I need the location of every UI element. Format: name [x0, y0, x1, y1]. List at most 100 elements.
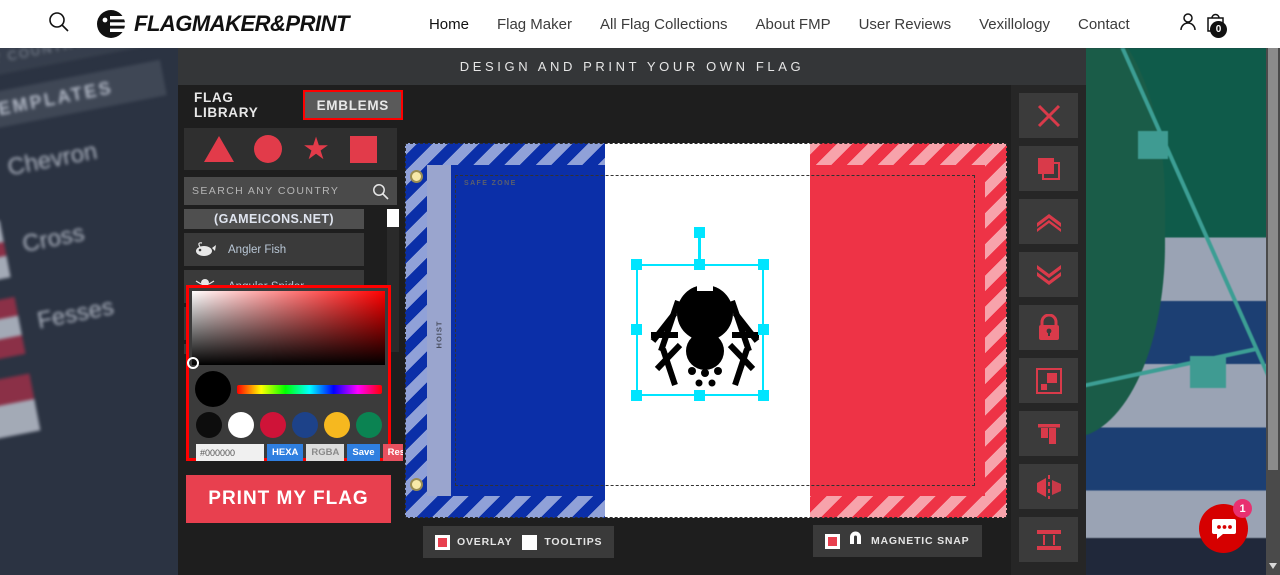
flag-preview[interactable]: HOIST SAFE ZONE	[405, 143, 1007, 518]
left-tool-panel: FLAG LIBRARY EMBLEMS ★ (GAMEICONS.NET)	[178, 85, 419, 575]
flag-designer: DESIGN AND PRINT YOUR OWN FLAG FLAG LIBR…	[178, 48, 1086, 575]
flag-shape-icon[interactable]	[1019, 411, 1078, 456]
nav-link-about-fmp[interactable]: About FMP	[756, 16, 831, 33]
search-input[interactable]	[192, 185, 342, 197]
color-swatches	[196, 412, 385, 438]
chat-unread-badge: 1	[1233, 499, 1252, 518]
angler-fish-icon	[192, 239, 218, 261]
shape-tools: ★	[184, 128, 397, 170]
background-thumb-cross	[0, 220, 11, 295]
designer-banner: DESIGN AND PRINT YOUR OWN FLAG	[178, 48, 1086, 85]
background-thumb-fesses	[0, 296, 26, 372]
canvas-bottom-bar: OVERLAY TOOLTIPS MAGNETIC SNAP	[403, 518, 1011, 575]
square-shape-icon[interactable]	[349, 135, 377, 163]
rgba-button[interactable]: RGBA	[306, 444, 345, 461]
handle-bottom-center[interactable]	[694, 390, 705, 401]
handle-middle-right[interactable]	[758, 324, 769, 335]
handle-middle-left[interactable]	[631, 324, 642, 335]
flag-logo-icon	[96, 9, 126, 39]
magnetic-snap-toggle[interactable]: MAGNETIC SNAP	[825, 530, 970, 552]
nav-link-home[interactable]: Home	[429, 16, 469, 33]
color-picker: HEXA RGBA Save Reset	[186, 285, 419, 461]
list-item[interactable]: Angler Fish	[184, 233, 364, 266]
magnetic-snap-group: MAGNETIC SNAP	[813, 525, 982, 557]
nav-link-vexillology[interactable]: Vexillology	[979, 16, 1050, 33]
handle-top-center[interactable]	[694, 259, 705, 270]
page-scrollbar[interactable]	[1266, 0, 1280, 575]
user-icon[interactable]	[1176, 10, 1200, 39]
resize-icon[interactable]	[1019, 358, 1078, 403]
swatch-blue[interactable]	[292, 412, 318, 438]
cart-button[interactable]: 0	[1202, 9, 1228, 40]
scrollbar-thumb[interactable]	[1268, 40, 1278, 470]
current-color-preview	[195, 371, 231, 407]
print-my-flag-button[interactable]: PRINT MY FLAG	[186, 475, 391, 523]
emblem-search-box	[184, 177, 397, 205]
view-options-group: OVERLAY TOOLTIPS	[423, 526, 615, 558]
emblem-scrollbar-thumb[interactable]	[387, 209, 399, 227]
tooltips-label: TOOLTIPS	[544, 536, 603, 548]
search-icon[interactable]	[48, 11, 70, 38]
handle-top-right[interactable]	[758, 259, 769, 270]
magnet-icon	[847, 530, 864, 552]
nav-link-contact[interactable]: Contact	[1078, 16, 1130, 33]
emblem-list-header: (GAMEICONS.NET)	[184, 209, 364, 229]
selection-box	[636, 264, 764, 396]
list-item-label: Angler Fish	[228, 243, 287, 256]
background-item-label: Chevron	[5, 137, 100, 182]
send-backward-icon[interactable]	[1019, 252, 1078, 297]
hex-input[interactable]	[196, 444, 264, 461]
scroll-down-arrow[interactable]	[1269, 563, 1277, 569]
background-item-label: Fesses	[35, 293, 117, 335]
swatch-white[interactable]	[228, 412, 254, 438]
lock-icon[interactable]	[1019, 305, 1078, 350]
cart-count-badge: 0	[1210, 20, 1227, 38]
swatch-crimson[interactable]	[260, 412, 286, 438]
nav-link-user-reviews[interactable]: User Reviews	[859, 16, 952, 33]
hue-slider[interactable]	[237, 384, 382, 394]
chat-widget-button[interactable]: 1	[1199, 499, 1252, 553]
handle-bottom-left[interactable]	[631, 390, 642, 401]
search-icon[interactable]	[372, 183, 389, 200]
circle-shape-icon[interactable]	[254, 135, 283, 163]
tooltips-checkbox[interactable]	[522, 534, 538, 550]
delete-icon[interactable]	[1019, 93, 1078, 138]
hexa-button[interactable]: HEXA	[267, 444, 304, 461]
flip-horizontal-icon[interactable]	[1019, 464, 1078, 509]
top-navigation: FLAGMAKER&PRINT Home Flag Maker All Flag…	[0, 0, 1280, 48]
distribute-icon[interactable]	[1019, 517, 1078, 562]
handle-bottom-right[interactable]	[758, 390, 769, 401]
tooltips-toggle[interactable]: TOOLTIPS	[522, 534, 603, 550]
color-fields: HEXA RGBA Save Reset	[196, 444, 419, 461]
bring-forward-icon[interactable]	[1019, 199, 1078, 244]
rotate-handle[interactable]	[694, 227, 705, 238]
tab-emblems[interactable]: EMBLEMS	[302, 90, 403, 120]
chat-bubble-icon	[1211, 518, 1236, 539]
nav-link-all-flag-collections[interactable]: All Flag Collections	[600, 16, 728, 33]
logo-text: FLAGMAKER&PRINT	[134, 11, 349, 36]
save-color-button[interactable]: Save	[347, 444, 380, 461]
triangle-shape-icon[interactable]	[204, 136, 235, 162]
flag-canvas-area: HOIST SAFE ZONE OVERLAY TOOLTIPS MAGNETI…	[403, 85, 1011, 575]
nav-links: Home Flag Maker All Flag Collections Abo…	[429, 16, 1130, 33]
handle-top-left[interactable]	[631, 259, 642, 270]
star-shape-icon[interactable]: ★	[302, 133, 330, 164]
site-logo[interactable]: FLAGMAKER&PRINT	[96, 9, 349, 39]
nav-actions: 0	[1176, 9, 1228, 40]
hue-row	[192, 371, 385, 407]
background-thumb-extra	[0, 373, 41, 448]
saturation-area[interactable]	[187, 291, 385, 369]
swatch-yellow[interactable]	[324, 412, 350, 438]
tab-flag-library[interactable]: FLAG LIBRARY	[182, 90, 303, 120]
overlay-checkbox[interactable]	[435, 534, 450, 550]
overlay-label: OVERLAY	[457, 536, 513, 548]
swatch-green[interactable]	[356, 412, 382, 438]
nav-link-flag-maker[interactable]: Flag Maker	[497, 16, 572, 33]
saturation-cursor[interactable]	[187, 357, 199, 369]
background-item-label: Cross	[20, 219, 87, 259]
swatch-black[interactable]	[196, 412, 222, 438]
magnetic-snap-checkbox[interactable]	[825, 533, 840, 549]
overlay-toggle[interactable]: OVERLAY	[435, 534, 513, 550]
object-toolbar	[1011, 85, 1086, 575]
duplicate-icon[interactable]	[1019, 146, 1078, 191]
